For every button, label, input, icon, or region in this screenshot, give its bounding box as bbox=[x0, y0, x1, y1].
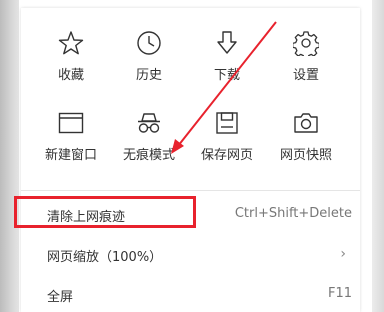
camera-icon bbox=[266, 108, 346, 138]
chevron-right-icon: › bbox=[340, 246, 346, 262]
page-zoom-item[interactable]: 网页缩放（100%） › bbox=[21, 238, 360, 272]
clock-icon bbox=[109, 28, 189, 58]
incognito-label: 无痕模式 bbox=[122, 148, 175, 163]
history-label: 历史 bbox=[135, 68, 162, 83]
favorites-button[interactable]: 收藏 bbox=[31, 28, 111, 92]
background-strip-right bbox=[372, 0, 384, 312]
window-icon bbox=[31, 108, 111, 138]
download-icon bbox=[187, 28, 267, 58]
save-page-button[interactable]: 保存网页 bbox=[187, 108, 267, 172]
snapshot-label: 网页快照 bbox=[279, 148, 332, 163]
new-window-button[interactable]: 新建窗口 bbox=[31, 108, 111, 172]
new-window-label: 新建窗口 bbox=[44, 148, 97, 163]
save-page-label: 保存网页 bbox=[200, 148, 253, 163]
fullscreen-item[interactable]: 全屏 F11 bbox=[21, 278, 360, 312]
star-icon bbox=[31, 28, 111, 58]
favorites-label: 收藏 bbox=[57, 68, 84, 83]
history-button[interactable]: 历史 bbox=[109, 28, 189, 92]
fullscreen-label: 全屏 bbox=[47, 290, 74, 305]
settings-button[interactable]: 设置 bbox=[266, 28, 346, 92]
page-zoom-label: 网页缩放（100%） bbox=[47, 250, 163, 265]
snapshot-button[interactable]: 网页快照 bbox=[266, 108, 346, 172]
menu-divider bbox=[21, 190, 360, 191]
gear-icon bbox=[266, 28, 346, 58]
background-strip-left bbox=[0, 0, 19, 312]
fullscreen-shortcut: F11 bbox=[327, 286, 352, 301]
save-icon bbox=[187, 108, 267, 138]
browser-menu: 收藏 历史 下载 设置 新建窗口 无痕模式 保存网页 网页快照 清除上网痕迹 C… bbox=[21, 8, 360, 312]
incognito-icon bbox=[109, 108, 189, 138]
incognito-button[interactable]: 无痕模式 bbox=[109, 108, 189, 172]
highlight-box bbox=[14, 196, 196, 228]
download-label: 下载 bbox=[213, 68, 240, 83]
settings-label: 设置 bbox=[292, 68, 319, 83]
download-button[interactable]: 下载 bbox=[187, 28, 267, 92]
clear-traces-shortcut: Ctrl+Shift+Delete bbox=[234, 206, 352, 221]
